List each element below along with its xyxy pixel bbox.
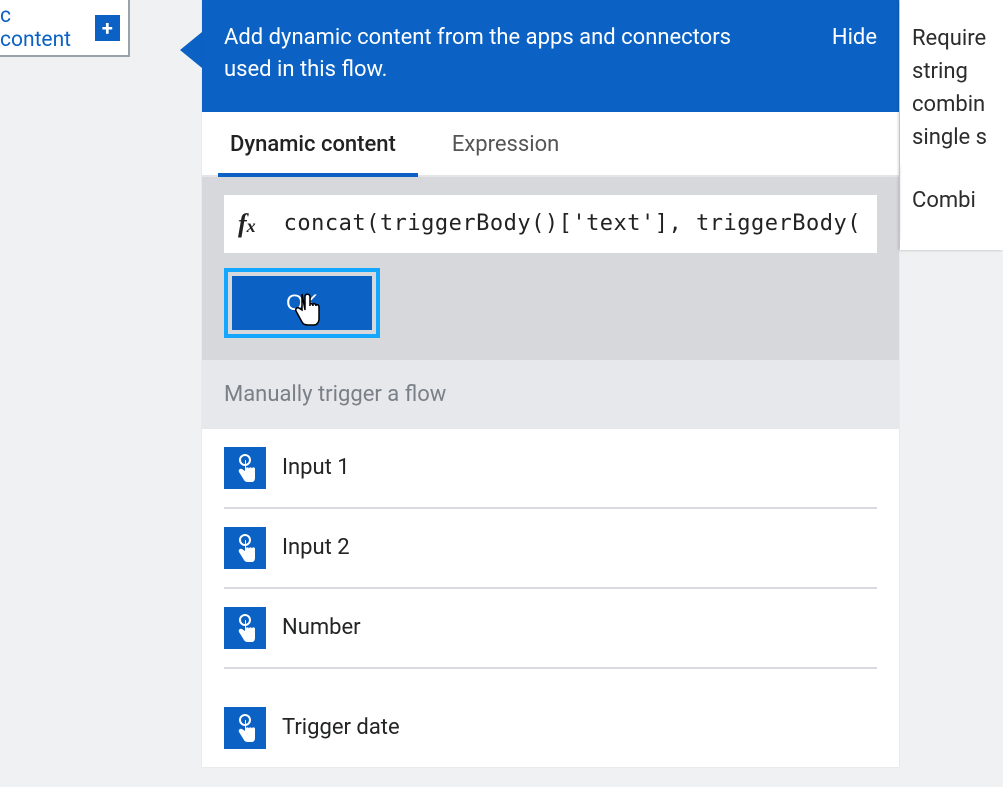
side-tooltip-line: combin (912, 88, 1003, 121)
hide-link[interactable]: Hide (832, 22, 877, 54)
touch-icon (224, 607, 266, 649)
ok-button[interactable]: OK (232, 276, 372, 330)
side-tooltip-line: string (912, 55, 1003, 88)
option-label: Number (282, 615, 361, 640)
add-icon: + (95, 15, 120, 41)
ok-button-highlight: OK (224, 268, 380, 338)
dynamic-content-options: Input 1 Input 2 Number (202, 429, 899, 767)
side-tooltip-line: Require (912, 22, 1003, 55)
option-trigger-date[interactable]: Trigger date (224, 689, 877, 767)
side-tooltip: Require string combin single s Combi ︿ 2… (900, 0, 1003, 250)
dynamic-content-panel: Add dynamic content from the apps and co… (202, 0, 899, 767)
options-separator (224, 669, 877, 689)
expression-input-wrap: fx (224, 195, 877, 253)
panel-tabs: Dynamic content Expression (202, 112, 899, 177)
expression-input[interactable] (284, 211, 863, 236)
dynamic-content-pill[interactable]: c content + (0, 0, 130, 57)
dynamic-content-pill-label: c content (0, 4, 85, 52)
option-number[interactable]: Number (224, 589, 877, 669)
expression-area: fx OK (202, 177, 899, 360)
option-label: Trigger date (282, 715, 400, 740)
tab-expression[interactable]: Expression (424, 112, 587, 175)
tab-underline (218, 173, 418, 177)
option-label: Input 1 (282, 455, 350, 480)
panel-header: Add dynamic content from the apps and co… (202, 0, 899, 112)
tab-dynamic-content[interactable]: Dynamic content (202, 112, 424, 175)
side-tooltip-line: single s (912, 121, 1003, 154)
ok-button-label: OK (286, 290, 318, 315)
panel-description: Add dynamic content from the apps and co… (224, 22, 733, 86)
option-label: Input 2 (282, 535, 350, 560)
option-input-2[interactable]: Input 2 (224, 509, 877, 589)
option-input-1[interactable]: Input 1 (224, 429, 877, 509)
touch-icon (224, 447, 266, 489)
trigger-section-title: Manually trigger a flow (202, 360, 899, 429)
side-tooltip-bottom: Combi (912, 184, 1003, 217)
fx-icon: fx (238, 209, 256, 239)
panel-pointer-arrow (180, 32, 202, 68)
touch-icon (224, 707, 266, 749)
touch-icon (224, 527, 266, 569)
